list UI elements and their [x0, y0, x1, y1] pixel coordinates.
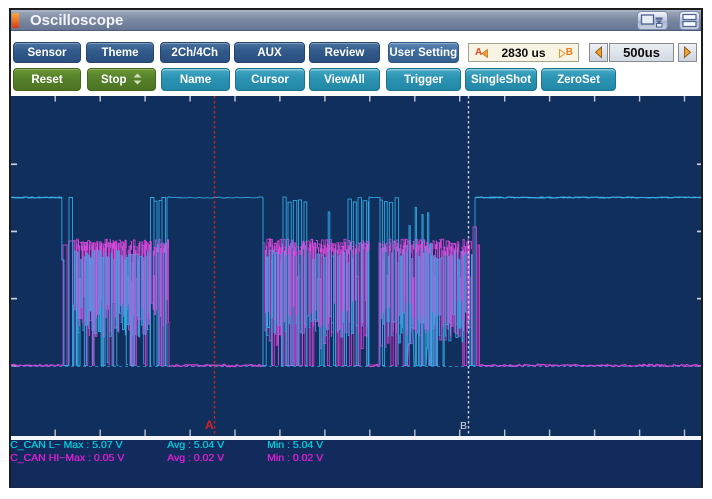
svg-text:A: A [205, 418, 214, 432]
svg-text:B: B [460, 420, 467, 432]
